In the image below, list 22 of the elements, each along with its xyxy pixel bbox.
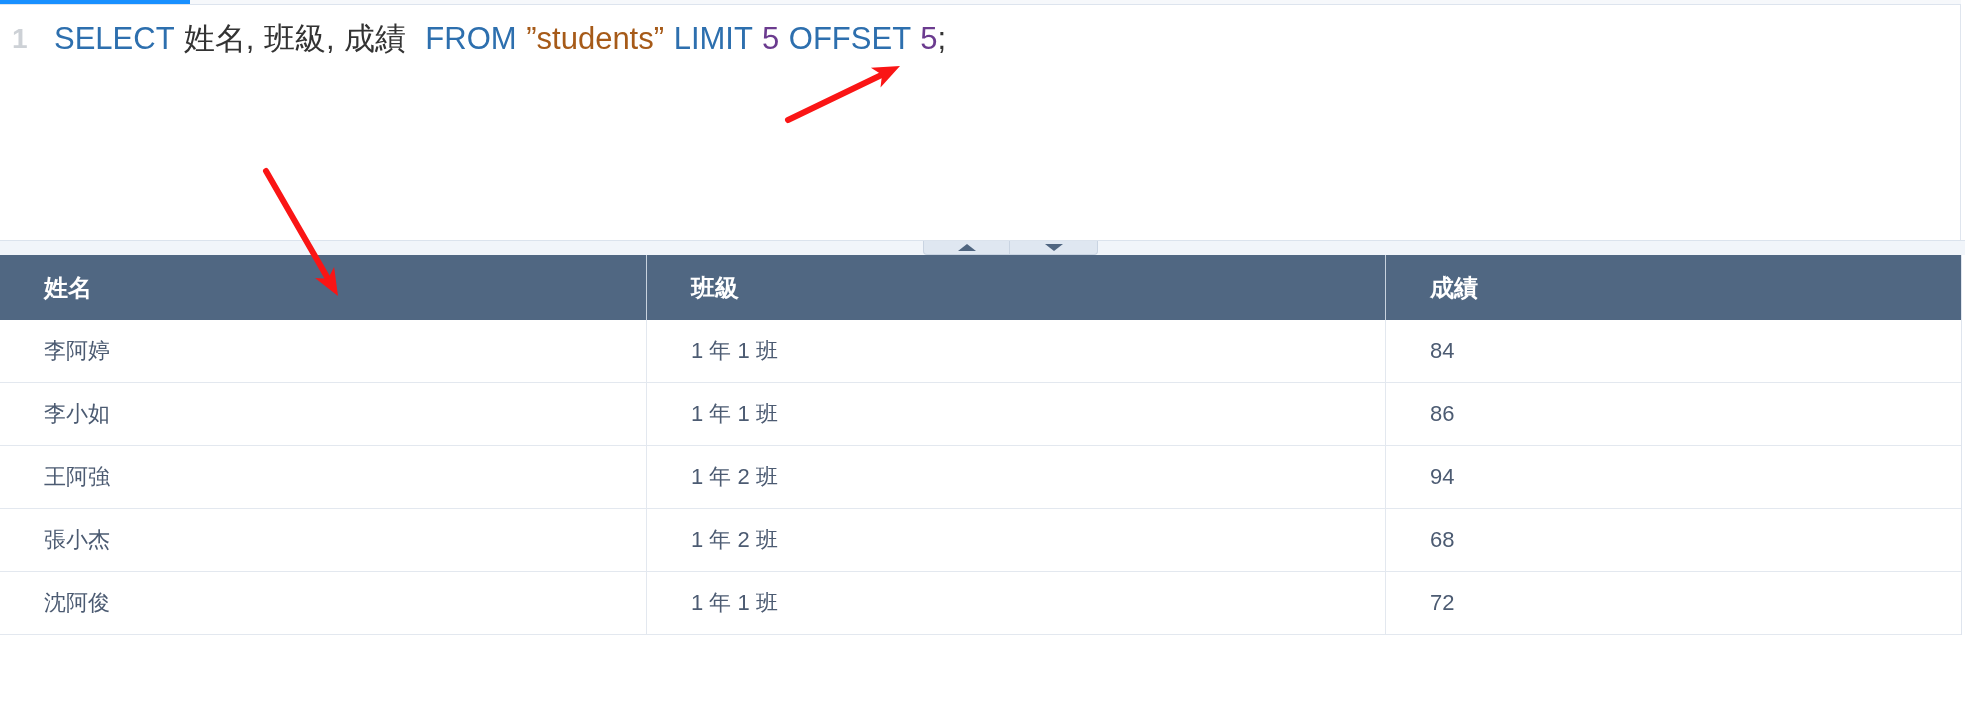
table-cell: 1 年 2 班	[647, 509, 1386, 572]
table-cell: 王阿強	[0, 446, 647, 509]
table-cell: 1 年 1 班	[647, 572, 1386, 635]
collapse-up-button[interactable]	[923, 241, 1010, 255]
table-cell: 沈阿俊	[0, 572, 647, 635]
table-cell: 68	[1386, 509, 1961, 572]
column-header: 班級	[647, 255, 1386, 320]
table-cell: 1 年 1 班	[647, 320, 1386, 383]
table-cell: 84	[1386, 320, 1961, 383]
table-cell: 李小如	[0, 383, 647, 446]
code-line: SELECT 姓名, 班級, 成績 FROM ”students” LIMIT 5 OFFSET 5;	[54, 20, 946, 58]
table-cell: 張小杰	[0, 509, 647, 572]
caret-down-icon	[1044, 244, 1063, 251]
table-cell: 1 年 2 班	[647, 446, 1386, 509]
collapse-down-button[interactable]	[1010, 241, 1098, 255]
column-header: 成績	[1429, 272, 1479, 303]
table-cell: 72	[1386, 572, 1961, 635]
table-cell: 94	[1386, 446, 1961, 509]
table-cell: 86	[1386, 383, 1961, 446]
caret-up-icon	[957, 244, 976, 251]
table-cell: 李阿婷	[0, 320, 647, 383]
table-cell: 1 年 1 班	[647, 383, 1386, 446]
